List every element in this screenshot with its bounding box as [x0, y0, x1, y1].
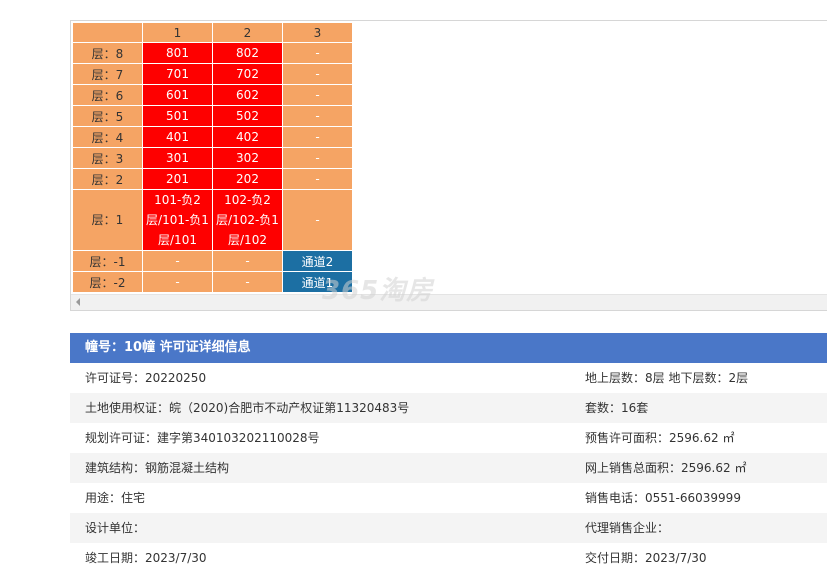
unit-cell-empty: -: [282, 84, 353, 106]
unit-cell-empty: -: [142, 250, 213, 272]
floor-label: 层：6: [72, 84, 143, 106]
info-row: 许可证号：20220250 地上层数：8层 地下层数：2层: [70, 363, 827, 393]
info-row: 设计单位： 代理销售企业：: [70, 513, 827, 543]
floor-label: 层：-1: [72, 250, 143, 272]
unit-cell-empty: -: [142, 271, 213, 293]
delivery-date: 交付日期：2023/7/30: [585, 551, 707, 565]
completion-date: 竣工日期：2023/7/30: [85, 551, 207, 565]
unit-cell[interactable]: 501: [142, 105, 213, 127]
design-unit: 设计单位：: [85, 521, 146, 535]
unit-cell-empty: -: [282, 126, 353, 148]
floor-row: 层：-2 - - 通道1: [72, 271, 353, 293]
unit-cell[interactable]: 602: [212, 84, 283, 106]
unit-cell[interactable]: 401: [142, 126, 213, 148]
floor-label: 层：4: [72, 126, 143, 148]
floor-row: 层：8 801 802 -: [72, 42, 353, 64]
floor-row: 层：1 101-负2层/101-负1层/101 102-负2层/102-负1层/…: [72, 189, 353, 251]
unit-cell[interactable]: 802: [212, 42, 283, 64]
floor-row: 层：2 201 202 -: [72, 168, 353, 190]
passage-cell[interactable]: 通道2: [282, 250, 353, 272]
table-header-row: 1 2 3: [72, 22, 353, 43]
column-header: 1: [142, 22, 213, 43]
unit-cell[interactable]: 102-负2层/102-负1层/102: [212, 189, 283, 251]
unit-cell[interactable]: 301: [142, 147, 213, 169]
permit-details-header: 幢号：10幢 许可证详细信息: [70, 333, 827, 363]
unit-cell[interactable]: 801: [142, 42, 213, 64]
floor-row: 层：3 301 302 -: [72, 147, 353, 169]
unit-cell-empty: -: [212, 271, 283, 293]
watermark-logo: 365淘房: [322, 276, 434, 306]
floor-row: 层：4 401 402 -: [72, 126, 353, 148]
floor-label: 层：1: [72, 189, 143, 251]
floor-label: 层：7: [72, 63, 143, 85]
unit-cell-empty: -: [282, 42, 353, 64]
info-row: 用途：住宅 销售电话：0551-66039999: [70, 483, 827, 513]
unit-cell[interactable]: 101-负2层/101-负1层/101: [142, 189, 213, 251]
floor-label: 层：2: [72, 168, 143, 190]
land-use-cert: 土地使用权证：皖（2020)合肥市不动产权证第11320483号: [85, 401, 410, 415]
planning-permit: 规划许可证：建字第340103202110028号: [85, 431, 320, 445]
corner-cell: [72, 22, 143, 43]
floor-count: 地上层数：8层 地下层数：2层: [585, 371, 749, 385]
column-header: 3: [282, 22, 353, 43]
permit-details-list: 许可证号：20220250 地上层数：8层 地下层数：2层 土地使用权证：皖（2…: [70, 363, 827, 573]
unit-cell-empty: -: [282, 189, 353, 251]
info-row: 土地使用权证：皖（2020)合肥市不动产权证第11320483号 套数：16套: [70, 393, 827, 423]
usage: 用途：住宅: [85, 491, 146, 505]
scroll-left-arrow-icon[interactable]: [76, 298, 80, 306]
unit-cell[interactable]: 502: [212, 105, 283, 127]
info-row: 竣工日期：2023/7/30 交付日期：2023/7/30: [70, 543, 827, 573]
unit-cell[interactable]: 702: [212, 63, 283, 85]
unit-cell-empty: -: [282, 147, 353, 169]
sales-phone: 销售电话：0551-66039999: [585, 491, 741, 505]
floor-label: 层：5: [72, 105, 143, 127]
presale-area: 预售许可面积：2596.62 ㎡: [585, 431, 735, 445]
unit-cell-empty: -: [212, 250, 283, 272]
floor-label: 层：3: [72, 147, 143, 169]
floor-label: 层：-2: [72, 271, 143, 293]
permit-number: 许可证号：20220250: [85, 371, 207, 385]
unit-cell-empty: -: [282, 168, 353, 190]
sales-agent: 代理销售企业：: [585, 521, 670, 535]
building-structure: 建筑结构：钢筋混凝土结构: [85, 461, 230, 475]
unit-cell[interactable]: 701: [142, 63, 213, 85]
unit-cell[interactable]: 402: [212, 126, 283, 148]
floor-row: 层：6 601 602 -: [72, 84, 353, 106]
floor-label: 层：8: [72, 42, 143, 64]
floor-row: 层：7 701 702 -: [72, 63, 353, 85]
info-row: 建筑结构：钢筋混凝土结构 网上销售总面积：2596.62 ㎡: [70, 453, 827, 483]
floor-row: 层：5 501 502 -: [72, 105, 353, 127]
info-row: 规划许可证：建字第340103202110028号 预售许可面积：2596.62…: [70, 423, 827, 453]
column-header: 2: [212, 22, 283, 43]
unit-cell[interactable]: 302: [212, 147, 283, 169]
horizontal-scrollbar[interactable]: [71, 294, 827, 310]
floor-unit-table: 1 2 3 层：8 801 802 - 层：7 701 702 - 层：6 60…: [72, 22, 353, 293]
online-sales-area: 网上销售总面积：2596.62 ㎡: [585, 461, 747, 475]
unit-cell-empty: -: [282, 105, 353, 127]
unit-cell[interactable]: 202: [212, 168, 283, 190]
unit-cell-empty: -: [282, 63, 353, 85]
unit-count: 套数：16套: [585, 401, 649, 415]
floor-row: 层：-1 - - 通道2: [72, 250, 353, 272]
unit-cell[interactable]: 201: [142, 168, 213, 190]
unit-cell[interactable]: 601: [142, 84, 213, 106]
